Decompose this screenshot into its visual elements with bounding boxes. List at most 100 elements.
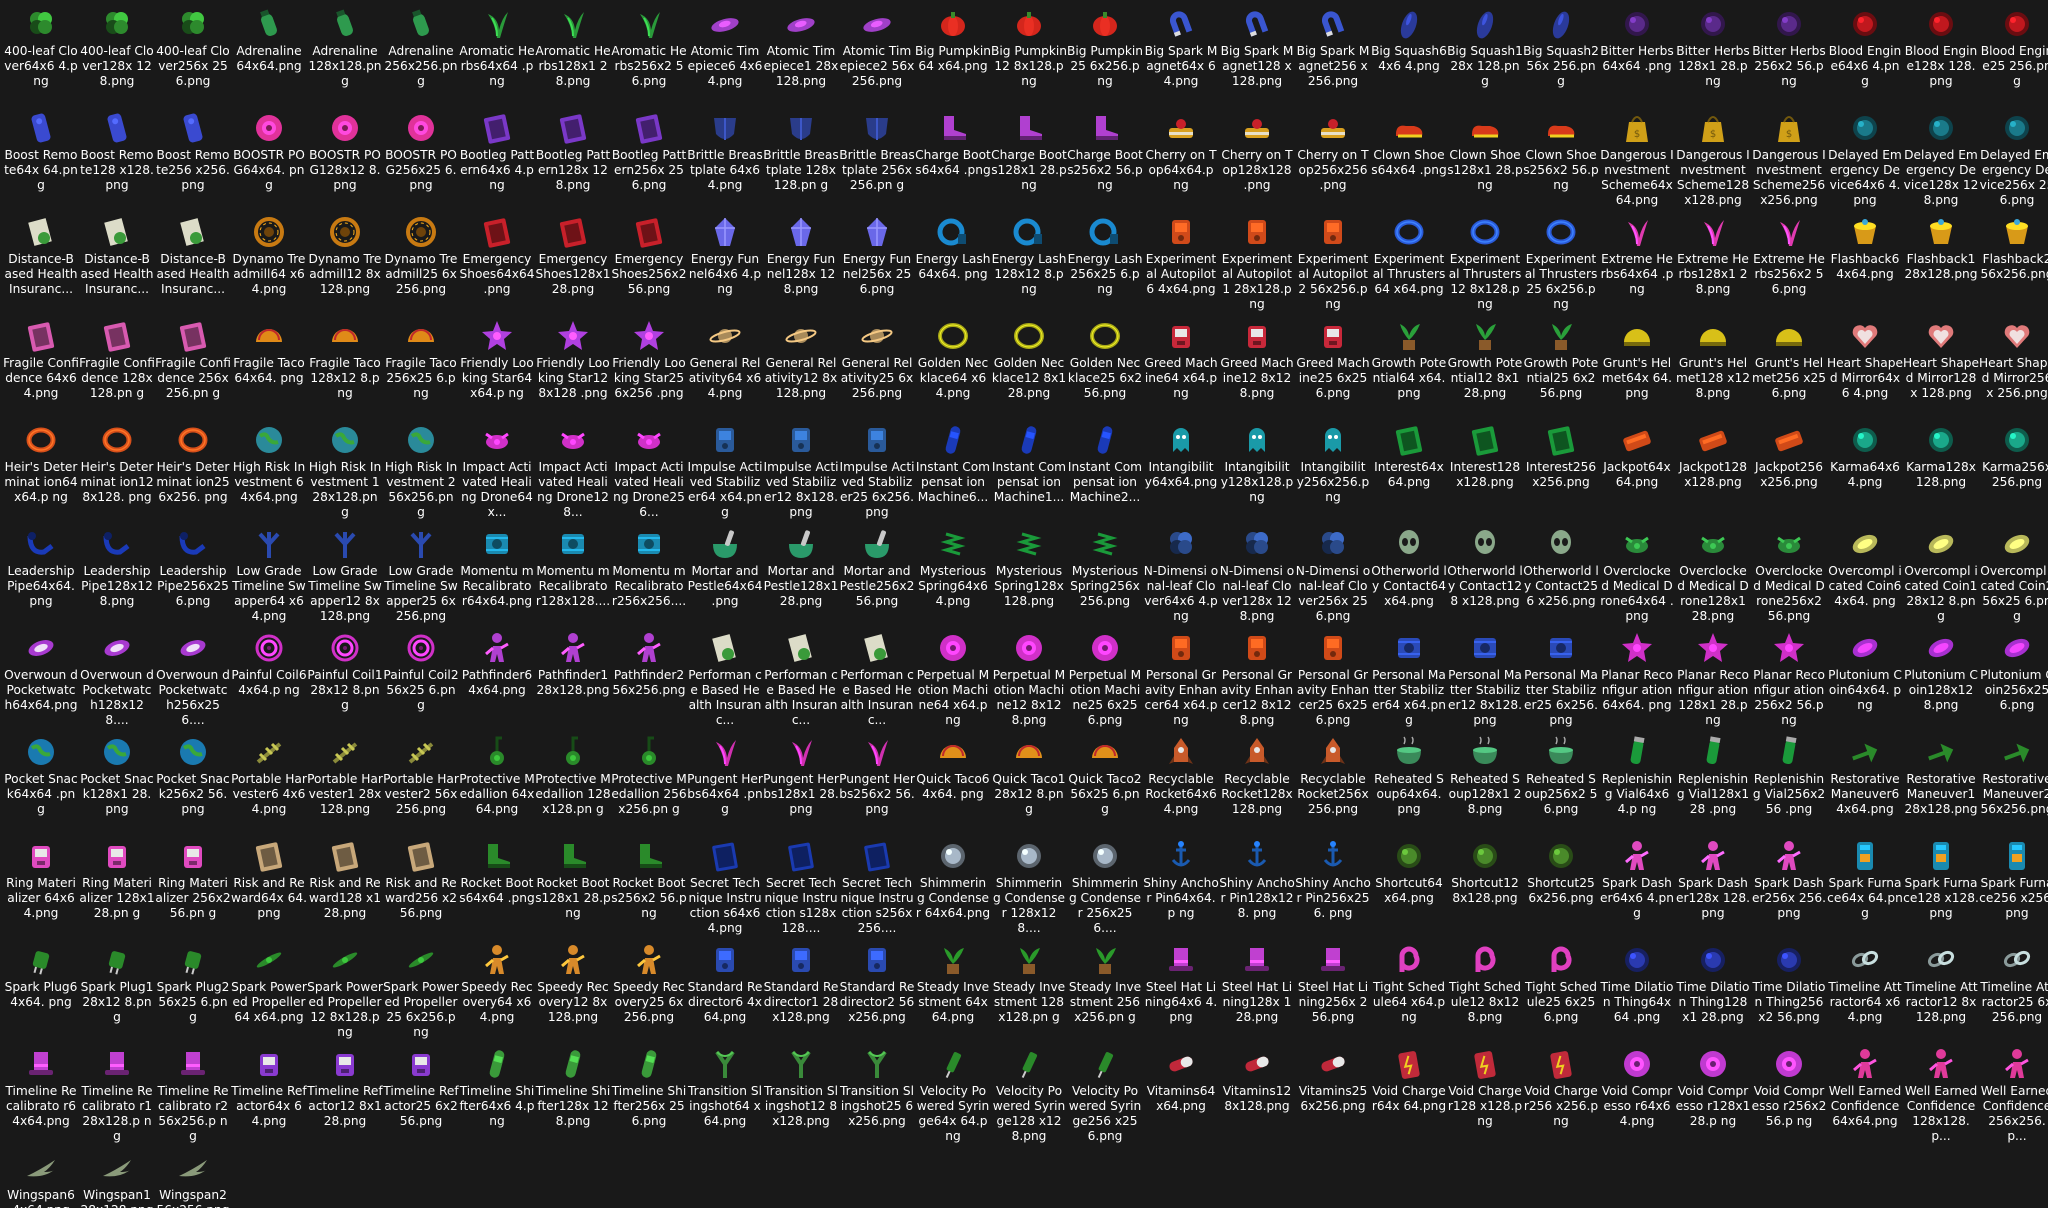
file-item[interactable]: Big Squash64x6 4.png [1371,4,1447,108]
file-item[interactable]: Friendly Looking Star128x128 .png [535,316,611,420]
file-item[interactable]: BOOSTR POG64x64. png [231,108,307,212]
file-item[interactable]: Planar Reconfigur ation256x2 56.png [1751,628,1827,732]
file-item[interactable]: Pathfinder6 4x64.png [459,628,535,732]
file-item[interactable]: Perpetual Motion Machine12 8x128.png [991,628,1067,732]
file-item[interactable]: Painful Coil128x12 8.png [307,628,383,732]
file-item[interactable]: Fragile Confidence 256x256.pn g [155,316,231,420]
file-item[interactable]: General Relativity25 6x256.png [839,316,915,420]
file-item[interactable]: Impulse Actived Stabilizer64 x64.png [687,420,763,524]
file-item[interactable]: Perpetual Motion Machine64 x64.png [915,628,991,732]
file-item[interactable]: Bootleg Pattern128x 128.png [535,108,611,212]
file-item[interactable]: Protective Medallion 64x64.png [459,732,535,836]
file-item[interactable]: Void Compresso r64x64.png [1599,1044,1675,1148]
file-item[interactable]: Velocity Powered Syringe256 x256.png [1067,1044,1143,1148]
file-item[interactable]: Fragile Taco256x25 6.png [383,316,459,420]
file-item[interactable]: Transition Slingshot64 x64.png [687,1044,763,1148]
file-item[interactable]: Brittle Breastplate 128x128.pn g [763,108,839,212]
file-item[interactable]: Clown Shoes128x1 28.png [1447,108,1523,212]
file-item[interactable]: Spark Plug64x64. png [3,940,79,1044]
file-item[interactable]: Adrenaline 256x256.pn g [383,4,459,108]
file-item[interactable]: N-Dimensi onal-leaf Clover64x6 4.png [1143,524,1219,628]
file-item[interactable]: Fragile Confidence 64x64.png [3,316,79,420]
file-item[interactable]: Mysterious Spring64x6 4.png [915,524,991,628]
file-item[interactable]: Spark Dasher64x6 4.png [1599,836,1675,940]
file-item[interactable]: Replenishin g Vial128x128 .png [1675,732,1751,836]
file-item[interactable]: Leadership Pipe128x12 8.png [79,524,155,628]
file-item[interactable]: Big Spark Magnet256 x256.png [1295,4,1371,108]
file-item[interactable]: Experiment al Autopilot6 4x64.png [1143,212,1219,316]
file-item[interactable]: Rocket Boots64x64 .png [459,836,535,940]
file-item[interactable]: Restorative Maneuver1 28x128.png [1903,732,1979,836]
file-item[interactable]: Growth Potential64 x64.png [1371,316,1447,420]
file-item[interactable]: Quick Taco256x25 6.png [1067,732,1143,836]
file-item[interactable]: Otherworld ly Contact256 x256.png [1523,524,1599,628]
file-item[interactable]: Pungent Herbs128x1 28.png [763,732,839,836]
file-item[interactable]: Planar Reconfigur ation64x64. png [1599,628,1675,732]
file-item[interactable]: Speedy Recovery64 x64.png [459,940,535,1044]
file-item[interactable]: Flashback6 4x64.png [1827,212,1903,316]
file-item[interactable]: Charge Boots64x64 .png [915,108,991,212]
file-item[interactable]: Adrenaline 128x128.pn g [307,4,383,108]
file-item[interactable]: Secret Technique Instruction s256x256...… [839,836,915,940]
file-item[interactable]: Overclocke d Medical Drone128x1 28.png [1675,524,1751,628]
file-item[interactable]: Rocket Boots128x1 28.png [535,836,611,940]
file-item[interactable]: Fragile Confidence 128x128.pn g [79,316,155,420]
file-item[interactable]: Boost Remote128 x128.png [79,108,155,212]
file-item[interactable]: Time Dilation Thing128x1 28.png [1675,940,1751,1044]
file-item[interactable]: Spark Plug128x12 8.png [79,940,155,1044]
file-item[interactable]: Personal Gravity Enhancer25 6x256.png [1295,628,1371,732]
file-item[interactable]: Mortar and Pestle256x2 56.png [839,524,915,628]
file-item[interactable]: Emergency Shoes256x2 56.png [611,212,687,316]
file-item[interactable]: Energy Funnel128x 128.png [763,212,839,316]
file-item[interactable]: Time Dilation Thing64x64 .png [1599,940,1675,1044]
file-item[interactable]: Recyclable Rocket128x 128.png [1219,732,1295,836]
file-item[interactable]: Timeline Recalibrato r128x128.p ng [79,1044,155,1148]
file-item[interactable]: Spark Furnace256 x256.png [1979,836,2048,940]
file-item[interactable]: Grunt's Helmet64x 64.png [1599,316,1675,420]
file-item[interactable]: Energy Funnel256x 256.png [839,212,915,316]
file-item[interactable]: Jackpot64x 64.png [1599,420,1675,524]
file-item[interactable]: Ring Materializer 256x256.pn g [155,836,231,940]
file-item[interactable]: Steel Hat Lining256x 256.png [1295,940,1371,1044]
file-item[interactable]: Velocity Powered Syringe64x 64.png [915,1044,991,1148]
file-item[interactable]: Delayed Emergency Device256x 256.png [1979,108,2048,212]
file-item[interactable]: Planar Reconfigur ation128x1 28.png [1675,628,1751,732]
file-item[interactable]: Overwoun d Pocketwatc h64x64.png [3,628,79,732]
file-item[interactable]: Performan ce Based Health Insuranc... [839,628,915,732]
file-item[interactable]: Extreme Herbs64x64 .png [1599,212,1675,316]
file-item[interactable]: Ring Materializer 128x128.pn g [79,836,155,940]
file-item[interactable]: Standard Redirector2 56x256.png [839,940,915,1044]
file-item[interactable]: Void Compresso r256x256.p ng [1751,1044,1827,1148]
file-item[interactable]: Extreme Herbs128x1 28.png [1675,212,1751,316]
file-item[interactable]: Interest64x 64.png [1371,420,1447,524]
file-item[interactable]: Risk and Reward64x 64.png [231,836,307,940]
file-item[interactable]: Personal Matter Stabilizer12 8x128.png [1447,628,1523,732]
file-item[interactable]: Spark Plug256x25 6.png [155,940,231,1044]
file-item[interactable]: Impact Activated Healing Drone128... [535,420,611,524]
file-item[interactable]: Greed Machine25 6x256.png [1295,316,1371,420]
file-item[interactable]: Greed Machine12 8x128.png [1219,316,1295,420]
file-item[interactable]: Big Spark Magnet64x 64.png [1143,4,1219,108]
file-item[interactable]: Big Spark Magnet128 x128.png [1219,4,1295,108]
file-item[interactable]: Shortcut64 x64.png [1371,836,1447,940]
file-item[interactable]: General Relativity64 x64.png [687,316,763,420]
file-item[interactable]: Personal Gravity Enhancer64 x64.png [1143,628,1219,732]
file-item[interactable]: Void Charger128 x128.png [1447,1044,1523,1148]
file-item[interactable]: Vitamins64 x64.png [1143,1044,1219,1148]
file-item[interactable]: Distance-B ased Health Insuranc... [3,212,79,316]
file-item[interactable]: Big Pumpkin64 x64.png [915,4,991,108]
file-item[interactable]: Mortar and Pestle64x64 .png [687,524,763,628]
file-item[interactable]: Experiment al Thrusters12 8x128.png [1447,212,1523,316]
file-item[interactable]: Reheated Soup64x64. png [1371,732,1447,836]
file-item[interactable]: Impulse Actived Stabilizer12 8x128.png [763,420,839,524]
file-item[interactable]: Low Grade Timeline Swapper25 6x256.png [383,524,459,628]
file-item[interactable]: Experiment al Thrusters64 x64.png [1371,212,1447,316]
file-item[interactable]: Intangibilit y128x128.p ng [1219,420,1295,524]
file-item[interactable]: Intangibilit y64x64.png [1143,420,1219,524]
file-item[interactable]: Pocket Snack64x64 .png [3,732,79,836]
file-item[interactable]: Heir's Determinat ion128x128. png [79,420,155,524]
file-item[interactable]: Interest128 x128.png [1447,420,1523,524]
file-item[interactable]: Spark Furnace64x 64.png [1827,836,1903,940]
file-item[interactable]: Portable Harvester1 28x128.png [307,732,383,836]
file-item[interactable]: Heir's Determinat ion64x64.p ng [3,420,79,524]
